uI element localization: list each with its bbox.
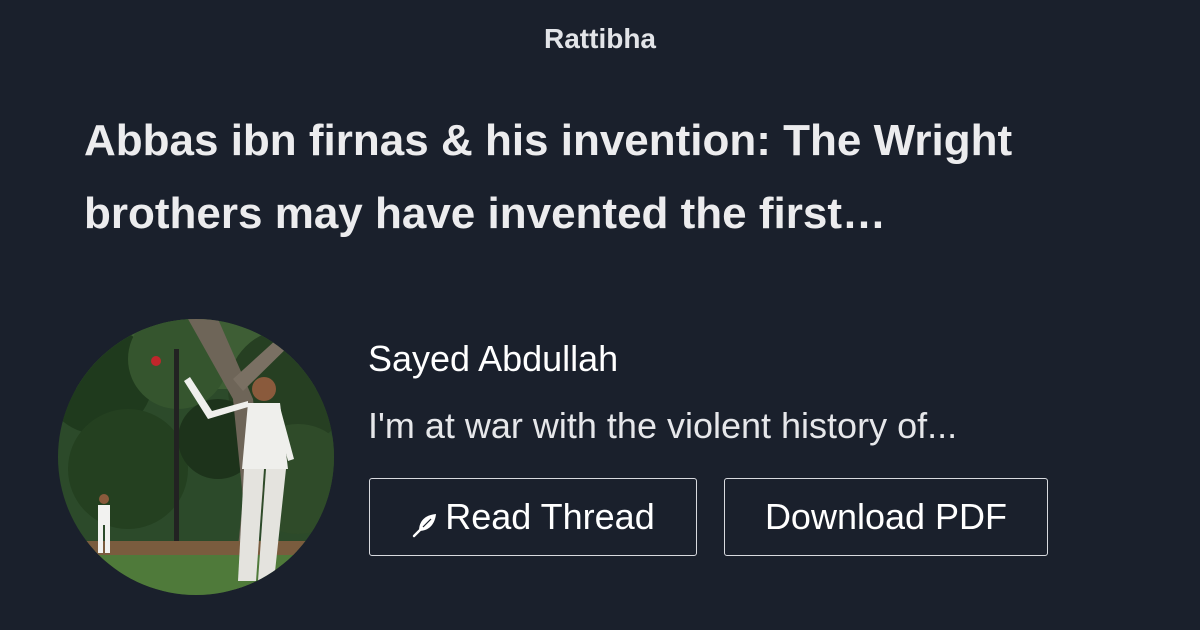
download-pdf-button[interactable]: Download PDF: [724, 478, 1048, 556]
thread-title: Abbas ibn firnas & his invention: The Wr…: [84, 116, 1013, 238]
author-bio: I'm at war with the violent history of..…: [368, 405, 958, 446]
author-avatar: [58, 319, 334, 595]
feather-icon: [411, 506, 439, 538]
read-thread-button[interactable]: Read Thread: [369, 478, 697, 556]
read-thread-label: Read Thread: [445, 496, 655, 537]
author-name[interactable]: Sayed Abdullah: [368, 336, 618, 382]
download-pdf-label: Download PDF: [764, 496, 1008, 537]
site-brand[interactable]: Rattibha: [0, 20, 1200, 58]
avatar-photo: [58, 319, 334, 595]
